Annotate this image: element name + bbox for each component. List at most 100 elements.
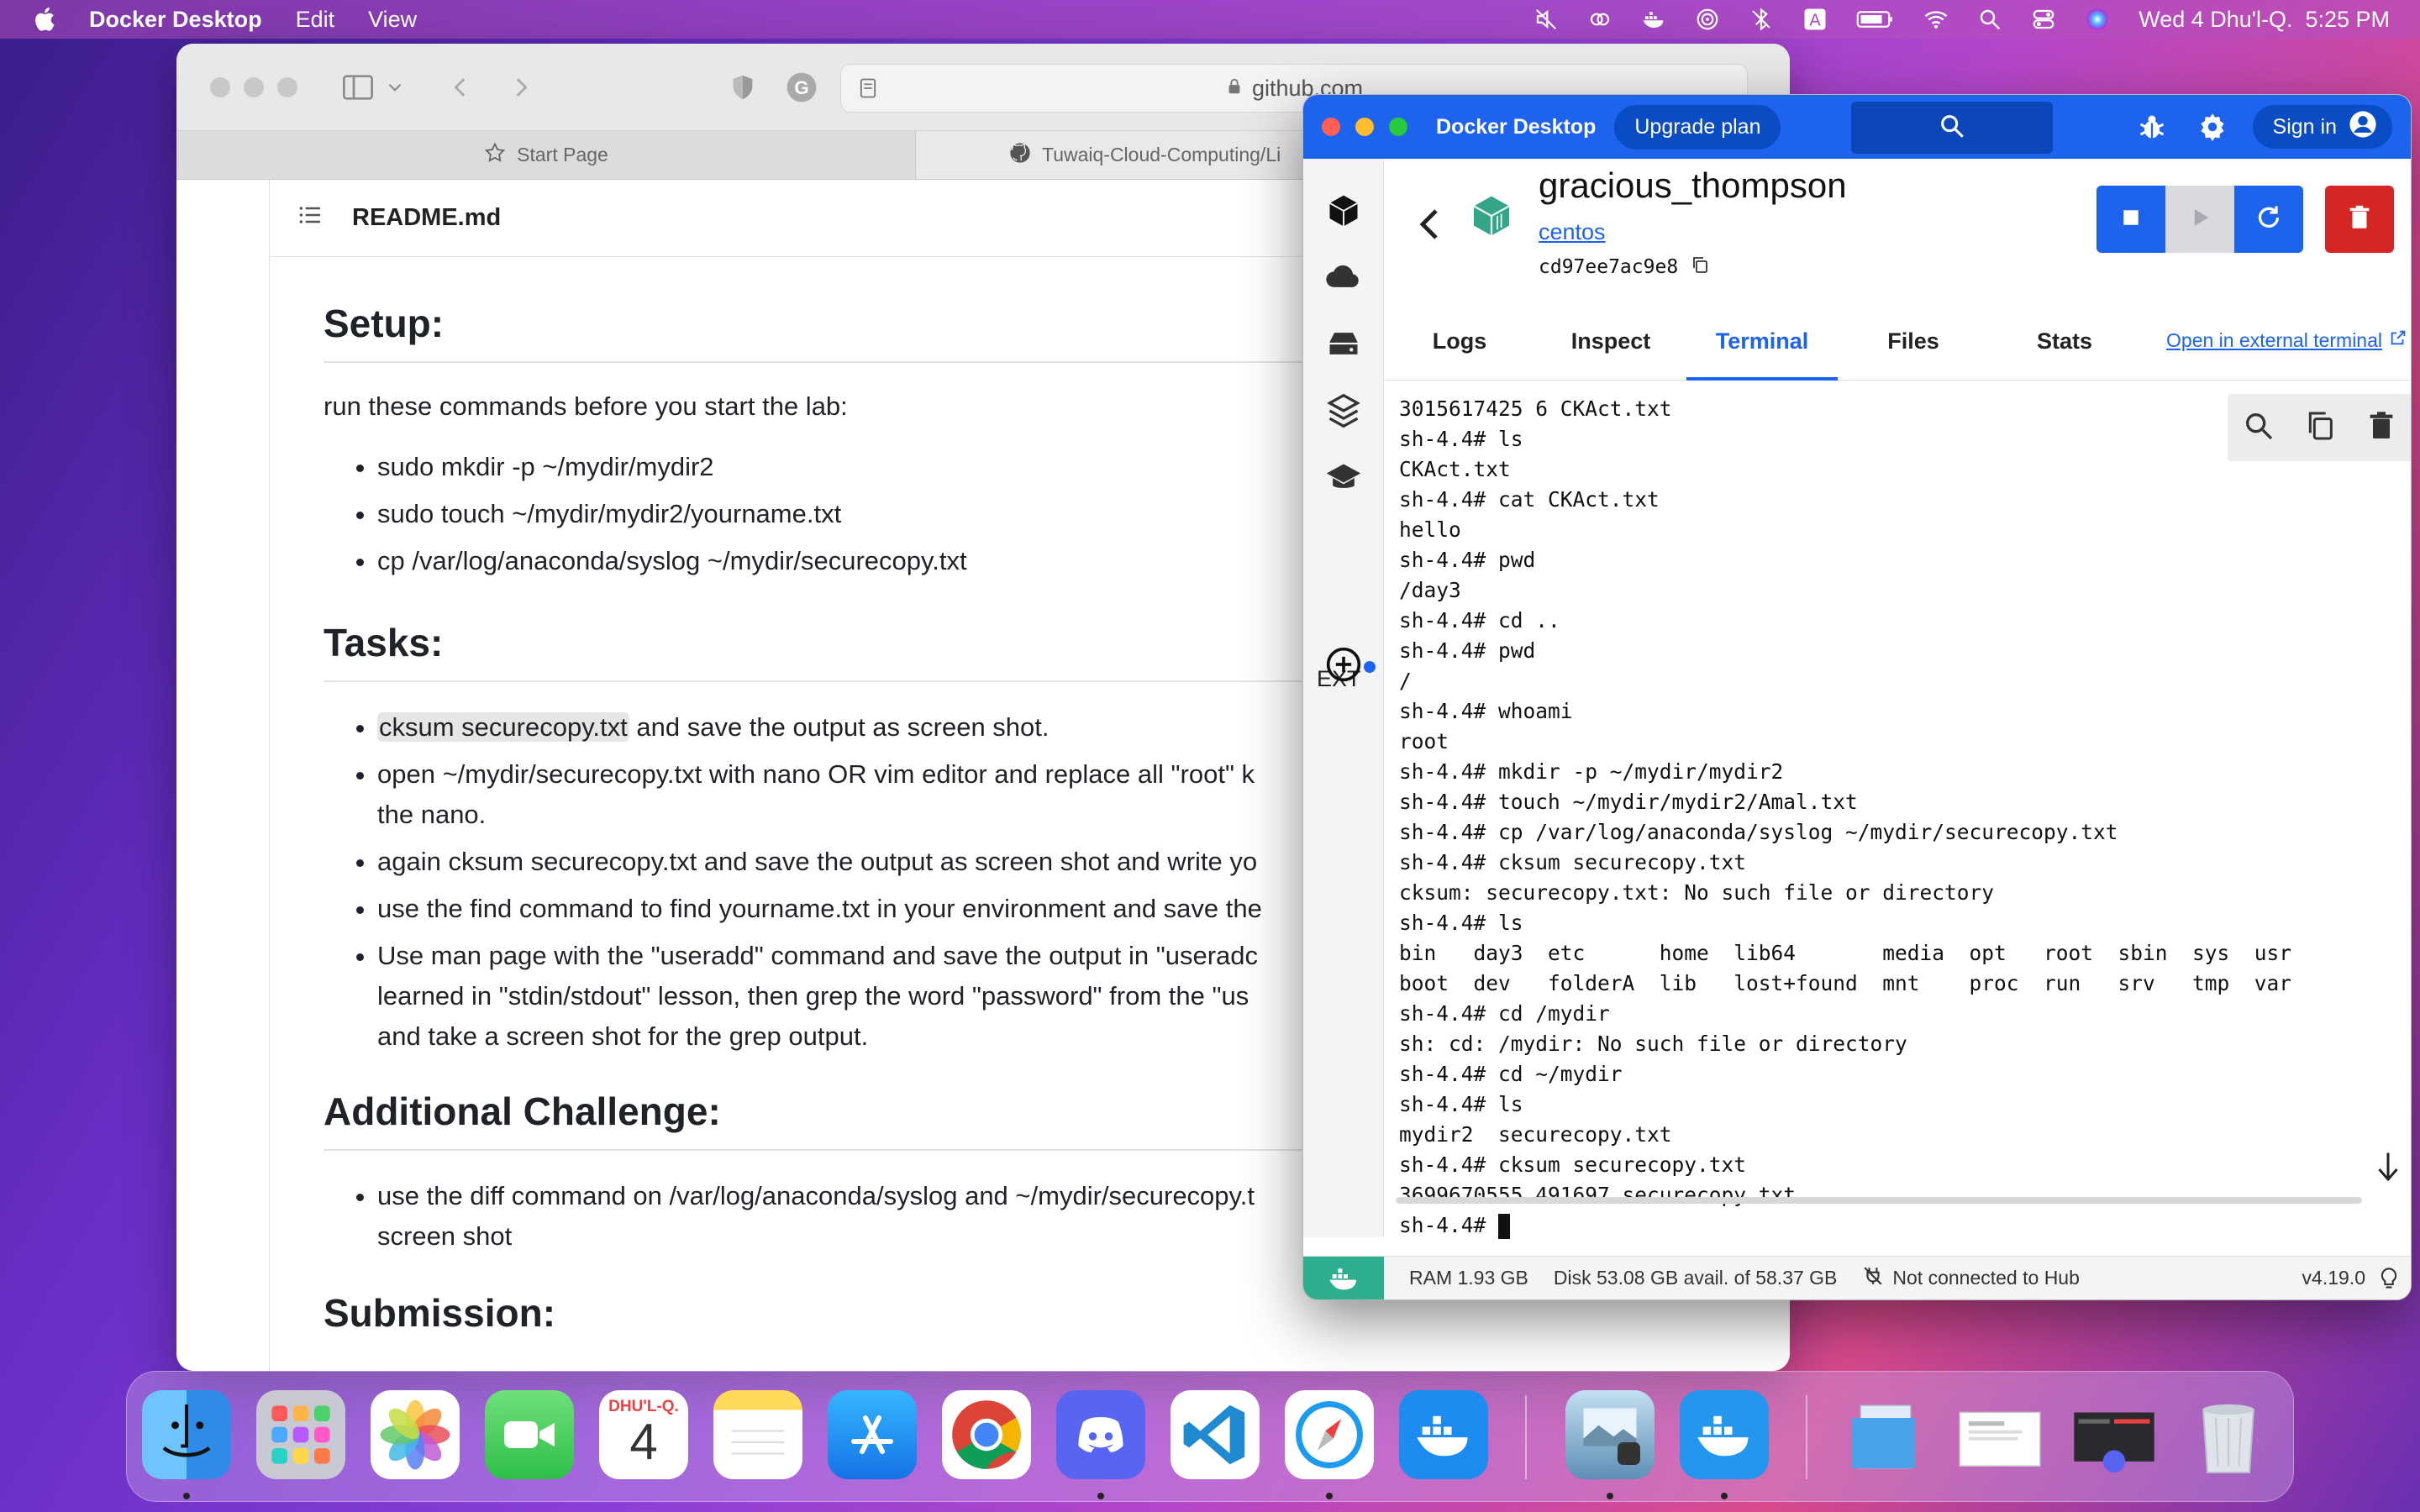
tab-stats[interactable]: Stats (1989, 303, 2140, 380)
builds-icon[interactable] (1323, 391, 1364, 431)
zoom-button[interactable] (1389, 118, 1407, 136)
dock-facetime[interactable] (485, 1390, 574, 1479)
volumes-icon[interactable] (1323, 323, 1364, 364)
tab-logs[interactable]: Logs (1384, 303, 1535, 380)
image-link[interactable]: centos (1539, 219, 1606, 245)
terminal-line: hello (1399, 517, 1461, 542)
container-actions (2096, 186, 2394, 253)
stop-button[interactable] (2096, 186, 2165, 253)
dock-vscode[interactable] (1171, 1390, 1260, 1479)
containers-icon[interactable] (1323, 191, 1364, 231)
menu-view[interactable]: View (368, 7, 417, 33)
dock-docker[interactable] (1399, 1390, 1488, 1479)
copy-icon[interactable] (1690, 255, 1710, 280)
dock-window-thumbnail-2[interactable] (2070, 1390, 2159, 1479)
horizontal-scrollbar[interactable] (1396, 1197, 2362, 1204)
dock-calendar[interactable]: DHU'L-Q. 4 (599, 1390, 688, 1479)
back-chevron-icon[interactable] (1418, 207, 1441, 241)
ram-usage: RAM 1.93 GB (1409, 1267, 1528, 1289)
dock-discord[interactable] (1056, 1390, 1145, 1479)
active-app-name[interactable]: Docker Desktop (89, 7, 262, 33)
start-button[interactable] (2165, 186, 2234, 253)
tab-inspect[interactable]: Inspect (1535, 303, 1686, 380)
bluetooth-off-icon[interactable] (1749, 7, 1774, 32)
delete-button[interactable] (2325, 186, 2394, 253)
clock[interactable]: Wed 4 Dhu'l-Q. 5:25 PM (2139, 7, 2390, 33)
shield-icon[interactable] (724, 69, 761, 106)
terminal-line: bin day3 etc home lib64 media opt root s… (1399, 941, 2292, 965)
sidebar-toggle-icon[interactable] (339, 69, 376, 106)
docker-search-button[interactable] (1851, 102, 2053, 154)
search-icon[interactable] (2242, 409, 2275, 447)
minimize-button[interactable] (244, 76, 264, 97)
close-button[interactable] (1322, 118, 1340, 136)
chevron-down-icon[interactable] (376, 69, 413, 106)
container-name: gracious_thompson (1539, 165, 1847, 205)
terminal-cursor (1498, 1214, 1511, 1239)
discord-icon (1078, 1417, 1123, 1452)
sign-in-button[interactable]: Sign in (2252, 105, 2392, 149)
keyboard-input-A-icon[interactable]: A (1802, 7, 1828, 32)
dock-app-store[interactable] (828, 1390, 917, 1479)
gear-icon[interactable] (2197, 112, 2228, 142)
lock-icon (1225, 76, 1244, 102)
tab-terminal[interactable]: Terminal (1686, 303, 1838, 381)
tab-start-page[interactable]: Start Page (176, 131, 916, 179)
zoom-button[interactable] (277, 76, 297, 97)
minimize-button[interactable] (1355, 118, 1374, 136)
apple-menu-icon[interactable] (30, 4, 60, 34)
copy-icon[interactable] (2303, 409, 2337, 447)
open-external-terminal-link[interactable]: Open in external terminal (2166, 328, 2407, 352)
wifi-icon[interactable] (1923, 7, 1949, 32)
docker-icon[interactable] (1641, 7, 1666, 32)
terminal-line: sh-4.4# cd ~/mydir (1399, 1062, 1623, 1086)
terminal-output[interactable]: 3015617425 6 CKAct.txt sh-4.4# ls CKAct.tx… (1399, 394, 2291, 1241)
svg-text:G: G (794, 76, 808, 97)
clear-trash-icon[interactable] (2365, 409, 2398, 447)
dock-launchpad[interactable] (256, 1390, 345, 1479)
preview-icon (1583, 1408, 1640, 1465)
tab-files[interactable]: Files (1838, 303, 1989, 380)
terminal-line: sh: cd: /mydir: No such file or director… (1399, 1032, 1907, 1056)
terminal-prompt-line[interactable]: sh-4.4# (1399, 1210, 2291, 1241)
mute-icon[interactable] (1534, 7, 1559, 32)
window-controls (210, 76, 297, 97)
outline-list-icon[interactable] (297, 202, 324, 235)
search-icon[interactable] (1977, 7, 2002, 32)
airdrop-icon[interactable] (1695, 7, 1720, 32)
engine-status-whale-icon[interactable] (1303, 1256, 1384, 1299)
dock-preview[interactable] (1565, 1390, 1655, 1479)
dock-safari[interactable] (1285, 1390, 1374, 1479)
forward-icon[interactable] (502, 69, 539, 106)
dock-photos[interactable] (371, 1390, 460, 1479)
terminal-line: /day3 (1399, 578, 1461, 602)
link-icon[interactable] (1587, 7, 1612, 32)
dock-chrome[interactable] (942, 1390, 1031, 1479)
tips-lightbulb-icon[interactable] (2377, 1267, 2401, 1290)
grammarly-icon[interactable]: G (783, 69, 820, 106)
back-icon[interactable] (442, 69, 479, 106)
github-icon (1008, 141, 1032, 170)
terminal-line: cksum: securecopy.txt: No such file or d… (1399, 880, 1995, 905)
bug-icon[interactable] (2137, 112, 2167, 142)
control-center-icon[interactable] (2031, 7, 2056, 32)
close-button[interactable] (210, 76, 230, 97)
scroll-to-bottom-icon[interactable] (2375, 1150, 2401, 1184)
finder-icon (162, 1404, 211, 1457)
dock-downloads-stack[interactable] (1841, 1390, 1930, 1479)
restart-button[interactable] (2234, 186, 2303, 253)
upgrade-plan-button[interactable]: Upgrade plan (1614, 104, 1781, 150)
dock-notes[interactable] (713, 1390, 802, 1479)
terminal-panel[interactable]: 3015617425 6 CKAct.txt sh-4.4# ls CKAct.tx… (1384, 381, 2411, 1239)
learning-center-icon[interactable] (1323, 458, 1364, 498)
siri-icon[interactable] (2085, 7, 2110, 32)
add-extension-icon[interactable] (1323, 644, 1364, 685)
task-text: and take a screen shot for the grep outp… (377, 1021, 869, 1051)
dock-trash[interactable] (2184, 1390, 2273, 1479)
dock-finder[interactable] (142, 1390, 231, 1479)
cloud-icon[interactable] (1323, 256, 1364, 297)
dock-docker-desktop[interactable] (1680, 1390, 1769, 1479)
menu-edit[interactable]: Edit (296, 7, 335, 33)
battery-icon[interactable] (1856, 7, 1895, 32)
dock-window-thumbnail[interactable] (1955, 1390, 2044, 1479)
